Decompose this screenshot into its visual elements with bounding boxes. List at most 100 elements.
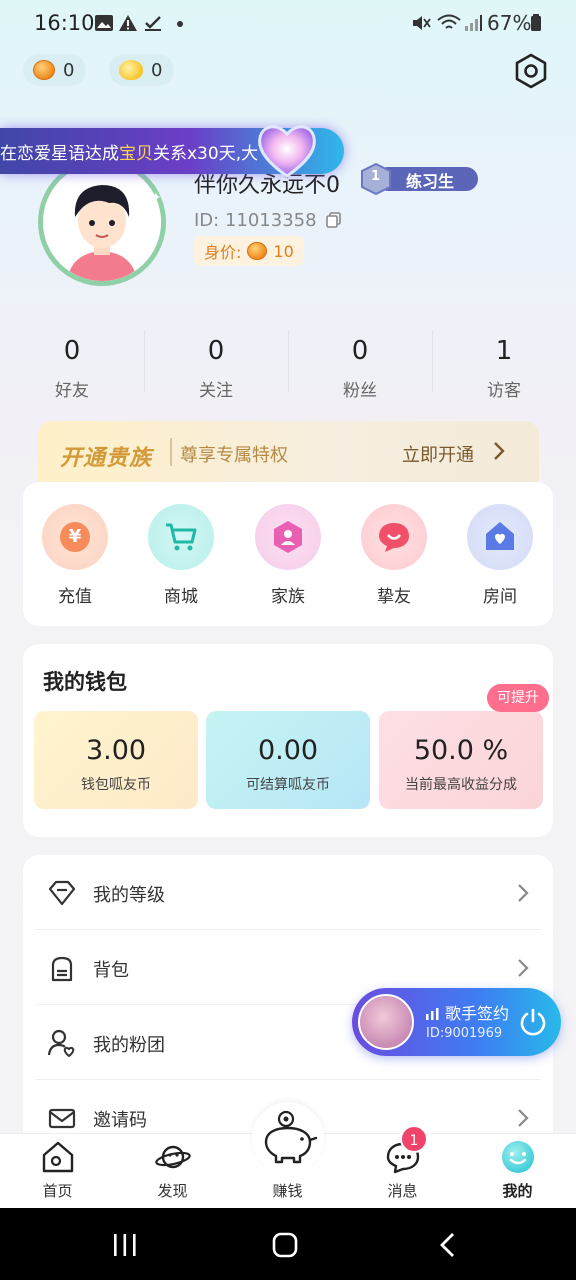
stat-friends[interactable]: 0 好友 [0, 334, 144, 401]
cart-icon [148, 504, 214, 570]
menu-label: 充值 [58, 587, 92, 607]
clock: 16:10 [34, 11, 95, 35]
chevron-right-icon [517, 883, 529, 903]
coin-count: 0 [63, 59, 75, 81]
level-number: 1 [371, 169, 381, 184]
tab-label: 首页 [42, 1182, 73, 1200]
banner-text: 在恋爱星语达成宝贝关系x30天,大 [0, 144, 259, 164]
family-icon [255, 504, 321, 570]
list-item-label: 我的等级 [93, 885, 165, 906]
power-icon[interactable] [517, 1006, 549, 1038]
settleable-balance-box[interactable]: 0.00 可结算呱友币 [206, 711, 370, 809]
wallet-value: 50.0 % [413, 735, 509, 766]
wallet-card: 我的钱包 3.00 钱包呱友币 0.00 可结算呱友币 50.0 % 当前最高收… [23, 644, 553, 837]
message-unread-badge: 1 [400, 1125, 428, 1153]
tab-label: 我的 [502, 1182, 533, 1200]
check-task-icon [143, 14, 163, 32]
divider [170, 438, 172, 466]
duck-count: 0 [151, 59, 163, 81]
worth-badge: 身价: 10 [194, 236, 304, 266]
settings-hexagon-icon[interactable] [512, 52, 550, 90]
wallet-balance-box[interactable]: 3.00 钱包呱友币 [34, 711, 198, 809]
back-icon[interactable] [438, 1232, 456, 1262]
gallery-icon [94, 14, 114, 32]
singer-thumbnail [358, 994, 414, 1050]
stat-value: 0 [63, 336, 81, 366]
copy-icon[interactable] [326, 212, 342, 228]
list-item-my-level[interactable]: 我的等级 [35, 855, 541, 930]
user-id: ID: 11013358 [194, 210, 317, 231]
coin-balance-chip[interactable]: 0 [23, 54, 87, 86]
level-title: 练习生 [406, 172, 455, 191]
quick-menu-card: ¥ 充值 商城 家族 挚友 房间 [23, 482, 553, 626]
singer-contract-widget[interactable]: 歌手签约 ID:9001969 [352, 988, 561, 1056]
menu-mall[interactable]: 商城 [141, 504, 221, 607]
audio-wave-icon [426, 1005, 440, 1024]
duck-balance-chip[interactable]: 0 [109, 54, 175, 86]
menu-close-friends[interactable]: 挚友 [354, 504, 434, 607]
wallet-label: 可结算呱友币 [246, 777, 330, 793]
status-bar: 16:10 67% [0, 0, 576, 48]
fan-group-icon [47, 1028, 77, 1058]
notification-dot-icon [170, 14, 190, 32]
sparkle-icon: ✦ [150, 190, 162, 206]
stat-following[interactable]: 0 关注 [144, 334, 288, 401]
wallet-label: 当前最高收益分成 [405, 777, 517, 793]
level-badge[interactable]: 1 练习生 [360, 163, 478, 195]
singer-id: ID:9001969 [426, 1026, 503, 1041]
menu-room[interactable]: 房间 [460, 504, 540, 607]
revenue-share-box[interactable]: 50.0 % 当前最高收益分成 [379, 711, 543, 809]
glowing-heart-icon [256, 118, 318, 182]
home-button-icon[interactable] [272, 1232, 298, 1262]
home-icon [40, 1139, 76, 1175]
list-item-label: 邀请码 [93, 1110, 147, 1131]
backpack-icon [47, 953, 77, 983]
activate-now-link[interactable]: 立即开通 [402, 441, 474, 467]
menu-label: 挚友 [377, 587, 411, 607]
wallet-title: 我的钱包 [43, 670, 127, 694]
warning-icon [118, 14, 138, 32]
wallet-label: 钱包呱友币 [81, 777, 151, 793]
menu-family[interactable]: 家族 [248, 504, 328, 607]
list-item-label: 我的粉团 [93, 1035, 165, 1056]
wallet-value: 0.00 [257, 735, 319, 766]
coin-icon [33, 60, 55, 80]
tab-label: 发现 [157, 1182, 188, 1200]
duck-icon [119, 60, 143, 80]
stat-value: 1 [495, 336, 513, 366]
yuan-icon: ¥ [42, 504, 108, 570]
invite-icon [47, 1103, 77, 1133]
tab-discover[interactable]: 发现 [115, 1134, 230, 1209]
stat-visitors[interactable]: 1 访客 [432, 334, 576, 401]
stat-value: 0 [207, 336, 225, 366]
tab-label: 赚钱 [272, 1182, 303, 1200]
stat-label: 关注 [199, 381, 233, 401]
chevron-right-icon [517, 958, 529, 978]
worth-value: 10 [273, 241, 294, 261]
chevron-right-icon [517, 1108, 529, 1128]
earn-piggy-button[interactable] [252, 1102, 324, 1174]
tab-home[interactable]: 首页 [0, 1134, 115, 1209]
smiley-icon [500, 1139, 536, 1175]
nobility-promo-banner[interactable]: 开通贵族 尊享专属特权 立即开通 [38, 421, 539, 485]
avatar[interactable] [38, 158, 166, 286]
stat-value: 0 [351, 336, 369, 366]
mute-icon [411, 14, 431, 32]
menu-label: 商城 [164, 587, 198, 607]
stat-label: 粉丝 [343, 381, 377, 401]
signal-icon [463, 14, 483, 32]
stat-label: 好友 [55, 381, 89, 401]
battery-percent: 67% [487, 11, 532, 35]
coin-icon [247, 242, 268, 260]
nobility-subtitle: 尊享专属特权 [180, 445, 288, 466]
recent-apps-icon[interactable] [113, 1233, 137, 1261]
wifi-icon [437, 14, 461, 32]
piggy-bank-icon [264, 1110, 318, 1164]
wallet-value: 3.00 [85, 735, 147, 766]
list-item-label: 背包 [93, 960, 129, 981]
menu-recharge[interactable]: ¥ 充值 [35, 504, 115, 607]
system-navigation-bar [0, 1208, 576, 1280]
tab-me[interactable]: 我的 [460, 1134, 575, 1209]
stat-fans[interactable]: 0 粉丝 [288, 334, 432, 401]
chevron-right-icon [492, 440, 506, 462]
